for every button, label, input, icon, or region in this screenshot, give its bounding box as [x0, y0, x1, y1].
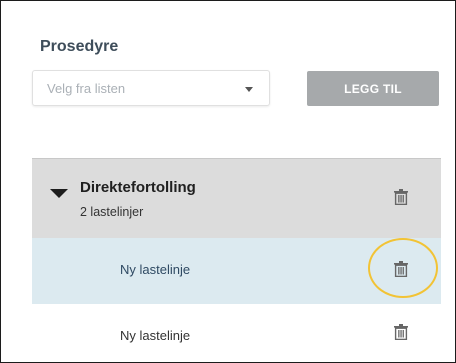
group-title: Direktefortolling — [80, 179, 196, 196]
section-title: Prosedyre — [40, 38, 119, 55]
trash-icon[interactable] — [394, 189, 408, 205]
caret-down-icon[interactable] — [50, 189, 68, 198]
line-label: Ny lastelinje — [120, 328, 191, 343]
highlight-circle — [368, 238, 438, 298]
group-subtitle: 2 lastelinjer — [80, 205, 144, 219]
trash-icon[interactable] — [394, 324, 408, 340]
select-placeholder: Velg fra listen — [47, 81, 126, 96]
chevron-down-icon — [245, 87, 253, 92]
list-item[interactable]: Ny lastelinje — [32, 304, 441, 361]
add-button[interactable]: LEGG TIL — [307, 71, 439, 106]
line-label: Ny lastelinje — [120, 262, 191, 277]
procedure-select[interactable]: Velg fra listen — [32, 70, 270, 106]
group-row[interactable]: Direktefortolling 2 lastelinjer — [32, 158, 441, 238]
